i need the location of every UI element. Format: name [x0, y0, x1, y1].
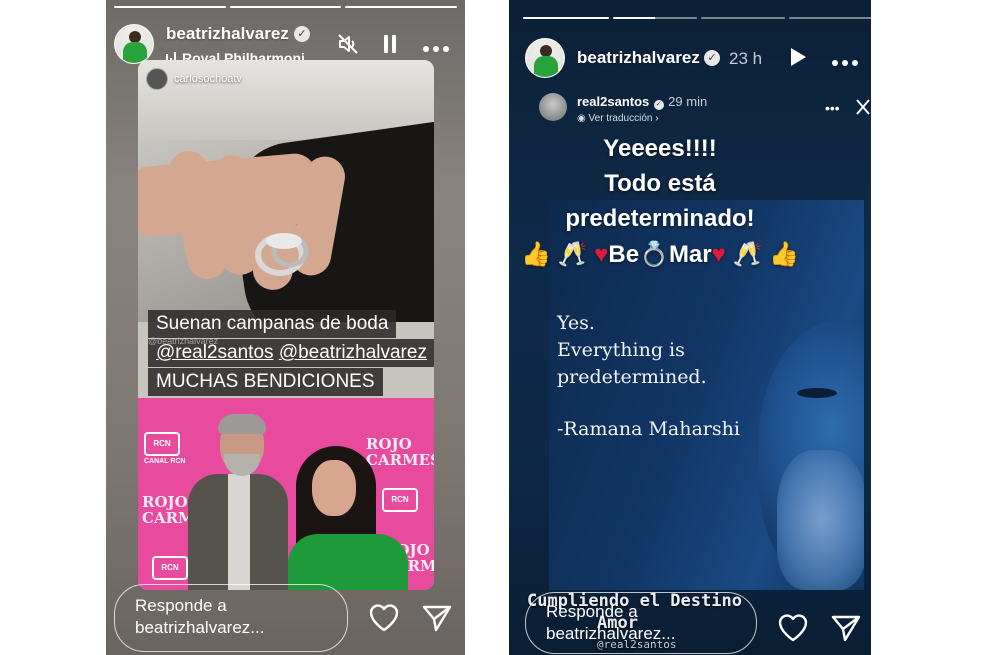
- caption-line-1: Suenan campanas de boda: [148, 310, 397, 338]
- verified-badge-icon: ✓: [294, 26, 310, 42]
- mute-icon[interactable]: [336, 32, 360, 61]
- post-author[interactable]: carlosochoatv: [146, 68, 242, 90]
- translate-label: Ver traducción: [588, 113, 653, 124]
- reply-placeholder: beatrizhalvarez...: [135, 618, 265, 637]
- more-icon[interactable]: •••: [825, 100, 840, 116]
- avatar[interactable]: [525, 38, 565, 78]
- thumbs-up-icon: 👍: [520, 241, 551, 268]
- heart-icon[interactable]: [777, 612, 809, 647]
- avatar[interactable]: [114, 24, 154, 64]
- quote-line: predetermined.: [557, 366, 707, 388]
- more-icon[interactable]: [831, 54, 859, 72]
- story-progress-bar: [114, 6, 458, 8]
- headline-line: predeterminado!: [565, 205, 755, 232]
- repost-avatar: [539, 93, 567, 121]
- headline-line: Todo está: [604, 170, 716, 197]
- champagne-icon: 🥂: [557, 241, 588, 268]
- story-right[interactable]: beatrizhalvarez ✓ 23 h real2santos ✓ 29 …: [509, 0, 871, 655]
- progress-segment: [229, 6, 342, 8]
- more-icon[interactable]: [422, 40, 450, 58]
- reposted-post[interactable]: carlosochoatv Suenan campanas de boda @r…: [138, 60, 434, 590]
- send-icon[interactable]: [422, 604, 452, 637]
- rcn-logo: RCN: [144, 432, 180, 456]
- emoji-text: Mar: [668, 241, 712, 268]
- thumbs-up-icon: 👍: [769, 241, 799, 268]
- pause-icon[interactable]: [382, 34, 398, 59]
- ring-emoji-icon: 💍: [639, 241, 669, 268]
- emoji-line: 👍 🥂 ♥Be💍Mar♥ 🥂 👍: [509, 238, 841, 272]
- verified-badge-icon: ✓: [653, 100, 664, 110]
- post-watermark: @beatrizhalvarez: [148, 336, 219, 346]
- caption-mention[interactable]: @beatrizhalvarez: [279, 342, 427, 363]
- post-author-avatar: [146, 68, 168, 90]
- repost-header[interactable]: real2santos ✓ 29 min ◉ Ver traducción ›: [539, 93, 707, 124]
- progress-segment: [114, 6, 226, 8]
- repost-time: 29 min: [668, 94, 708, 109]
- emoji-text: Be: [608, 241, 640, 268]
- screenshot-root: beatrizhalvarez ✓ Royal Philharmoni carl…: [0, 0, 984, 655]
- reply-input[interactable]: Responde a beatrizhalvarez...: [114, 584, 348, 652]
- translate-link[interactable]: ◉ Ver traducción ›: [577, 113, 707, 124]
- story-username[interactable]: beatrizhalvarez: [577, 48, 700, 68]
- person-man: [188, 414, 288, 590]
- play-icon[interactable]: [789, 47, 807, 72]
- quote-line: Everything is: [557, 339, 685, 361]
- reply-input[interactable]: Responde a beatrizhalvarez...: [525, 592, 757, 654]
- reply-placeholder: Responde a: [135, 596, 227, 615]
- story-progress-bar: [523, 17, 871, 19]
- event-photo: RCN CANAL RCN ROJO CARMESÍ RCN ROJO CARM…: [138, 398, 434, 590]
- close-icon[interactable]: [856, 98, 870, 121]
- story-time: 23 h: [729, 49, 763, 68]
- person-woman: [288, 446, 408, 590]
- heart-emoji-icon: ♥: [711, 241, 726, 268]
- quote-line: Yes.: [557, 312, 595, 334]
- repost-username: real2santos: [577, 94, 650, 109]
- reply-placeholder: beatrizhalvarez...: [546, 624, 676, 643]
- rcn-logo: RCN: [152, 556, 188, 580]
- progress-segment: [523, 17, 609, 19]
- progress-segment: [789, 17, 871, 19]
- progress-segment: [701, 17, 785, 19]
- champagne-icon: 🥂: [732, 241, 763, 268]
- post-caption: Suenan campanas de boda @real2santos @be…: [148, 310, 434, 397]
- headline-line: Yeeees!!!!: [603, 135, 717, 162]
- heart-icon[interactable]: [368, 602, 400, 637]
- heart-emoji-icon: ♥: [594, 241, 609, 268]
- reply-placeholder: Responde a: [546, 602, 638, 621]
- brand-label: CANAL RCN: [144, 458, 186, 465]
- verified-badge-icon: ✓: [704, 50, 720, 66]
- post-author-name: carlosochoatv: [174, 73, 242, 85]
- ring-photo: carlosochoatv: [138, 60, 434, 322]
- story-username[interactable]: beatrizhalvarez: [166, 24, 289, 44]
- progress-segment: [613, 17, 697, 19]
- send-icon[interactable]: [831, 614, 861, 647]
- quote-author: -Ramana Maharshi: [557, 418, 740, 440]
- ring-icon: [255, 233, 309, 276]
- progress-segment: [345, 6, 458, 8]
- story-left[interactable]: beatrizhalvarez ✓ Royal Philharmoni carl…: [106, 0, 465, 655]
- caption-line-3: MUCHAS BENDICIONES: [148, 368, 383, 396]
